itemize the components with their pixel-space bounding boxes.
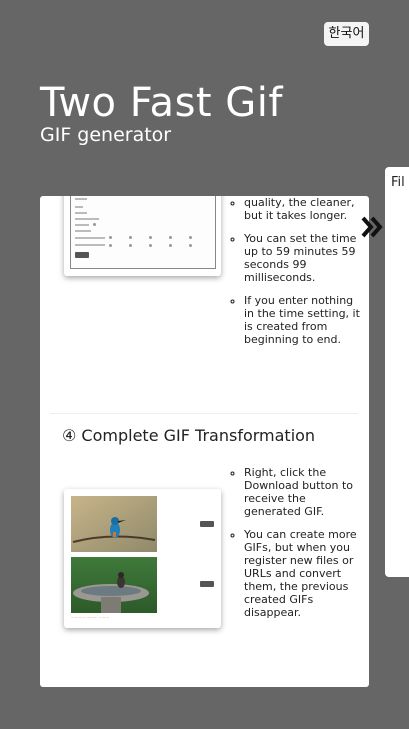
download-screenshot: ··········· ········· ········: [64, 489, 221, 628]
step4-notes: Right, click the Download button to rece…: [228, 466, 364, 629]
language-toggle-button[interactable]: 한국어: [324, 22, 369, 46]
page-subtitle: GIF generator: [40, 124, 172, 146]
section-divider: [50, 413, 358, 414]
screenshot-footnote: ··········· ········· ········: [71, 615, 110, 620]
step4-heading: ④ Complete GIF Transformation: [62, 426, 316, 445]
file-panel-label: Fil: [391, 175, 405, 190]
page-title: Two Fast Gif: [40, 80, 283, 126]
step3-notes: quality, the cleaner, but it takes longe…: [228, 196, 364, 356]
step4-note: Right, click the Download button to rece…: [244, 466, 364, 518]
guide-card: quality, the cleaner, but it takes longe…: [40, 196, 369, 687]
step4-note: You can create more GIFs, but when you r…: [244, 528, 364, 619]
step3-note: quality, the cleaner, but it takes longe…: [244, 196, 364, 222]
bird-bath-photo: [71, 557, 157, 613]
download-button[interactable]: [200, 581, 214, 587]
settings-screenshot: [64, 196, 221, 276]
download-button[interactable]: [200, 521, 214, 527]
double-chevron-right-icon[interactable]: [359, 212, 389, 242]
kingfisher-photo: [71, 496, 157, 552]
step3-note: If you enter nothing in the time setting…: [244, 294, 364, 346]
step3-note: You can set the time up to 59 minutes 59…: [244, 232, 364, 284]
